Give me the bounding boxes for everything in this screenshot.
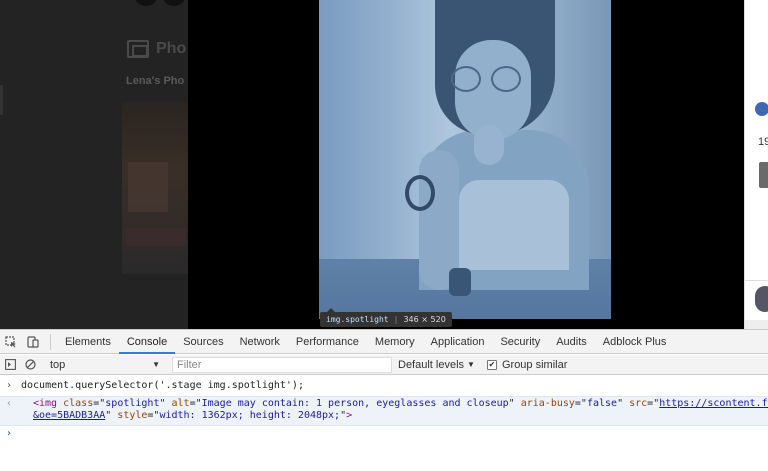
element-result[interactable]: <img class="spotlight" alt="Image may co…	[33, 398, 768, 422]
album-title: Lena's Pho	[126, 75, 185, 87]
inspect-tooltip: img.spotlight | 346 × 520	[320, 308, 452, 327]
image-src-link[interactable]: https://scontent.fvca1-1.fna	[659, 398, 768, 409]
thumbnail-overlay	[126, 228, 186, 246]
group-similar-label: Group similar	[501, 358, 568, 371]
console-filter-input[interactable]	[172, 356, 392, 373]
devtools-panel: Elements Console Sources Network Perform…	[0, 329, 768, 471]
tab-audits[interactable]: Audits	[548, 330, 595, 353]
commenter-avatar[interactable]	[759, 162, 768, 188]
dropdown-arrow-icon: ▼	[467, 360, 475, 369]
checkbox-checked-icon[interactable]: ✔	[486, 359, 497, 370]
page-viewport: Pho Lena's Pho 19 img.spotlight | 346 × …	[0, 0, 768, 329]
input-chevron-icon: ›	[6, 380, 13, 391]
console-input-line: › document.querySelector('.stage img.spo…	[0, 380, 768, 394]
log-levels-label: Default levels	[398, 358, 465, 371]
log-levels-dropdown[interactable]: Default levels ▼	[398, 359, 475, 371]
devtools-tab-bar: Elements Console Sources Network Perform…	[0, 330, 768, 354]
clear-console-icon[interactable]	[20, 355, 40, 375]
inspect-element-icon[interactable]	[0, 330, 22, 354]
tab-console[interactable]: Console	[118, 330, 176, 354]
tooltip-dimensions: 346 × 520	[403, 315, 446, 324]
tab-memory[interactable]: Memory	[367, 330, 423, 353]
photos-icon	[127, 40, 149, 58]
tab-sources[interactable]: Sources	[175, 330, 231, 353]
photo-sidebar: 19	[744, 0, 768, 329]
context-selector[interactable]: top ▼	[46, 357, 164, 373]
like-count: 19	[758, 136, 768, 148]
tab-application[interactable]: Application	[423, 330, 493, 353]
tab-performance[interactable]: Performance	[288, 330, 367, 353]
context-value: top	[50, 358, 66, 371]
like-reaction-icon[interactable]	[755, 102, 768, 116]
photo-thumbnail[interactable]	[122, 102, 188, 274]
console-output: › document.querySelector('.stage img.spo…	[0, 376, 768, 471]
console-command[interactable]: document.querySelector('.stage img.spotl…	[21, 380, 304, 391]
tab-elements[interactable]: Elements	[57, 330, 119, 353]
console-toolbar: top ▼ Default levels ▼ ✔ Group similar	[0, 355, 768, 375]
spotlight-photo[interactable]	[319, 0, 611, 319]
element-highlight-overlay	[319, 0, 611, 319]
tab-security[interactable]: Security	[492, 330, 548, 353]
friend-avatars	[128, 0, 188, 6]
image-src-link-cont[interactable]: &oe=5BADB3AA	[33, 410, 105, 421]
prompt-chevron-icon: ›	[6, 428, 13, 439]
console-prompt[interactable]: ›	[0, 428, 768, 442]
tab-adblock-plus[interactable]: Adblock Plus	[595, 330, 675, 353]
console-result-line: ‹ <img class="spotlight" alt="Image may …	[0, 396, 768, 426]
device-toolbar-icon[interactable]	[22, 330, 44, 354]
user-avatar[interactable]	[755, 286, 768, 312]
tooltip-selector: img.spotlight	[326, 315, 389, 324]
group-similar-toggle[interactable]: ✔ Group similar	[486, 358, 568, 371]
show-sidebar-icon[interactable]	[0, 355, 20, 375]
left-edge-tab	[0, 85, 3, 115]
photos-section-title: Pho	[156, 40, 187, 57]
tab-network[interactable]: Network	[232, 330, 288, 353]
screen: { "page_behind": { "photos_title": "Pho"…	[0, 0, 768, 471]
output-chevron-icon: ‹	[6, 398, 13, 409]
dropdown-arrow-icon: ▼	[152, 360, 160, 369]
